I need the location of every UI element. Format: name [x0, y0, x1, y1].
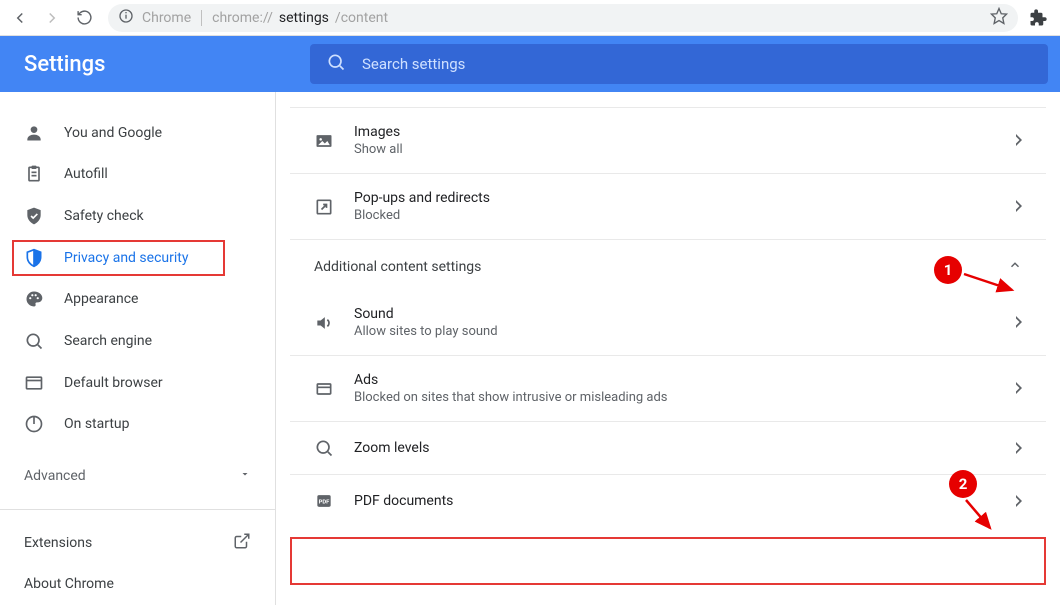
section-title: Additional content settings — [314, 259, 481, 275]
sidebar-item-label: Autofill — [64, 166, 108, 182]
row-title: Images — [354, 124, 1014, 140]
content-row-ads[interactable]: Ads Blocked on sites that show intrusive… — [290, 356, 1046, 422]
annotation-highlight-pdf — [290, 537, 1046, 585]
sidebar-separator — [0, 509, 275, 510]
browser-toolbar: Chrome chrome://settings/content — [0, 0, 1060, 36]
back-button[interactable] — [6, 4, 34, 32]
row-title: Ads — [354, 372, 1014, 388]
sidebar-item-safety-check[interactable]: Safety check — [0, 195, 275, 237]
palette-icon — [24, 289, 44, 309]
sidebar-item-default-browser[interactable]: Default browser — [0, 362, 275, 404]
chevron-up-icon — [1008, 258, 1022, 276]
sidebar-item-label: Privacy and security — [64, 250, 188, 266]
shield-icon — [24, 248, 44, 268]
bookmark-star-icon[interactable] — [990, 7, 1008, 29]
address-bar[interactable]: Chrome chrome://settings/content — [108, 4, 1018, 32]
sidebar-item-label: Search engine — [64, 333, 152, 349]
forward-button[interactable] — [38, 4, 66, 32]
sidebar-extensions-link[interactable]: Extensions — [0, 522, 275, 564]
site-info-icon[interactable] — [118, 8, 134, 28]
row-title: Sound — [354, 306, 1014, 322]
advanced-label: Advanced — [24, 468, 86, 484]
sound-icon — [314, 313, 354, 333]
chevron-right-icon — [1014, 197, 1022, 216]
person-icon — [24, 123, 44, 143]
sidebar: You and Google Autofill Safety check Pri… — [0, 92, 276, 605]
sidebar-item-search-engine[interactable]: Search engine — [0, 320, 275, 362]
row-subtitle: Show all — [354, 142, 1014, 157]
content-row-pdf-documents[interactable]: PDF PDF documents — [290, 475, 1046, 527]
annotation-badge-1: 1 — [934, 256, 962, 284]
content-panel: Images Show all Pop-ups and redirects Bl… — [276, 92, 1060, 605]
sidebar-item-label: Appearance — [64, 291, 138, 307]
sidebar-item-appearance[interactable]: Appearance — [0, 279, 275, 321]
pdf-icon: PDF — [314, 491, 354, 511]
chevron-right-icon — [1014, 439, 1022, 458]
browser-icon — [24, 373, 44, 393]
zoom-icon — [314, 438, 354, 458]
image-icon — [314, 131, 354, 151]
shield-check-icon — [24, 206, 44, 226]
annotation-badge-2: 2 — [949, 470, 977, 498]
sidebar-item-on-startup[interactable]: On startup — [0, 403, 275, 445]
chevron-right-icon — [1014, 131, 1022, 150]
additional-content-settings-header[interactable]: Additional content settings — [290, 240, 1046, 290]
search-icon — [326, 52, 346, 76]
chevron-right-icon — [1014, 492, 1022, 511]
page-title: Settings — [0, 52, 310, 77]
extensions-label: Extensions — [24, 535, 92, 551]
power-icon — [24, 414, 44, 434]
row-subtitle: Blocked — [354, 208, 1014, 223]
row-title: PDF documents — [354, 493, 1014, 509]
content-row-truncated — [290, 92, 1046, 108]
sidebar-advanced-toggle[interactable]: Advanced — [0, 455, 275, 497]
chevron-right-icon — [1014, 313, 1022, 332]
content-row-sound[interactable]: Sound Allow sites to play sound — [290, 290, 1046, 356]
chevron-right-icon — [1014, 379, 1022, 398]
sidebar-item-label: Safety check — [64, 208, 144, 224]
sidebar-item-label: On startup — [64, 416, 130, 432]
content-row-popups[interactable]: Pop-ups and redirects Blocked — [290, 174, 1046, 240]
row-title: Pop-ups and redirects — [354, 190, 1014, 206]
sidebar-item-privacy-security[interactable]: Privacy and security — [0, 237, 275, 279]
row-subtitle: Blocked on sites that show intrusive or … — [354, 390, 1014, 405]
about-label: About Chrome — [24, 576, 114, 592]
extensions-icon[interactable] — [1022, 9, 1054, 27]
content-row-images[interactable]: Images Show all — [290, 108, 1046, 174]
open-external-icon — [233, 532, 251, 554]
sidebar-item-autofill[interactable]: Autofill — [0, 154, 275, 196]
ads-icon — [314, 379, 354, 399]
search-input[interactable] — [362, 55, 1032, 73]
sidebar-about-chrome[interactable]: About Chrome — [0, 563, 275, 605]
search-icon — [24, 331, 44, 351]
clipboard-icon — [24, 164, 44, 184]
search-settings-box[interactable] — [310, 44, 1048, 84]
sidebar-item-you-and-google[interactable]: You and Google — [0, 112, 275, 154]
popup-icon — [314, 197, 354, 217]
settings-header: Settings — [0, 36, 1060, 92]
svg-text:PDF: PDF — [319, 500, 331, 506]
sidebar-item-label: You and Google — [64, 125, 162, 141]
row-subtitle: Allow sites to play sound — [354, 324, 1014, 339]
chevron-down-icon — [239, 468, 251, 484]
content-row-zoom-levels[interactable]: Zoom levels — [290, 422, 1046, 475]
reload-button[interactable] — [70, 4, 98, 32]
url-text: Chrome chrome://settings/content — [142, 10, 388, 26]
row-title: Zoom levels — [354, 440, 1014, 456]
sidebar-item-label: Default browser — [64, 375, 163, 391]
